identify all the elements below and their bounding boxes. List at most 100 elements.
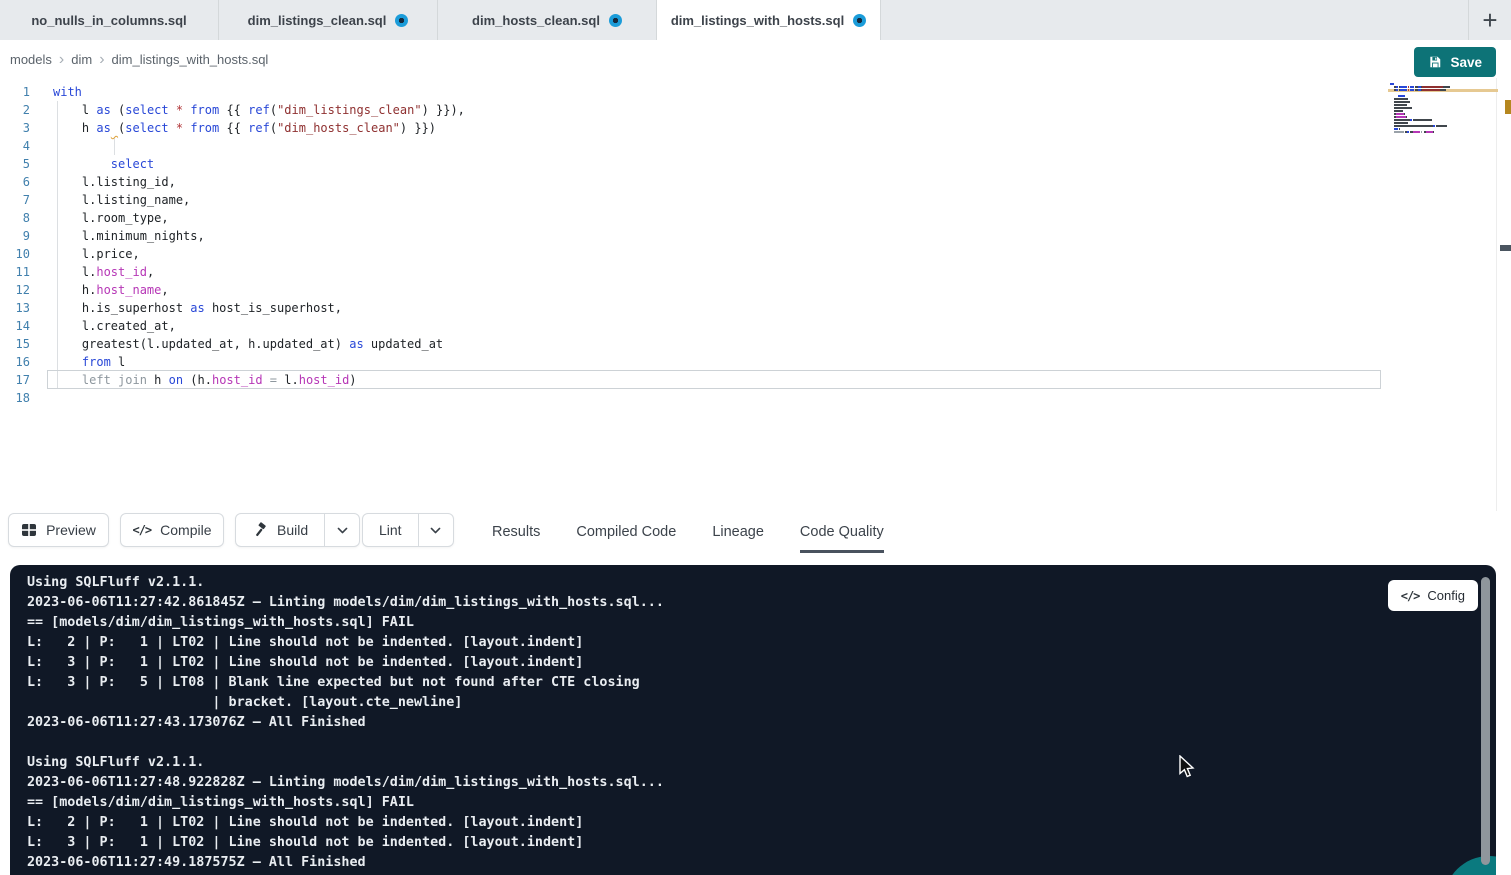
chevron-down-icon xyxy=(336,524,349,537)
code-text: l.room_type, xyxy=(53,209,169,227)
line-number: 14 xyxy=(0,317,30,335)
modified-dot-icon xyxy=(853,14,866,27)
tab-dim_hosts_clean.sql[interactable]: dim_hosts_clean.sql xyxy=(438,0,657,40)
line-number: 5 xyxy=(0,155,30,173)
config-button-label: Config xyxy=(1427,588,1465,603)
compile-button-label: Compile xyxy=(160,522,211,538)
lint-dropdown-button[interactable] xyxy=(419,514,453,546)
new-tab-button[interactable]: + xyxy=(1482,7,1497,33)
code-line-9[interactable]: 9 l.minimum_nights, xyxy=(0,227,1511,245)
code-line-11[interactable]: 11 l.host_id, xyxy=(0,263,1511,281)
code-line-4[interactable]: 4 xyxy=(0,137,1511,155)
tab-no_nulls_in_columns.sql[interactable]: no_nulls_in_columns.sql xyxy=(0,0,219,40)
code-text: left join h on (h.host_id = l.host_id) xyxy=(53,371,357,389)
line-number: 8 xyxy=(0,209,30,227)
code-line-10[interactable]: 10 l.price, xyxy=(0,245,1511,263)
code-line-3[interactable]: 3 h as (select * from {{ ref("dim_hosts_… xyxy=(0,119,1511,137)
build-button[interactable]: Build xyxy=(236,514,325,546)
code-line-12[interactable]: 12 h.host_name, xyxy=(0,281,1511,299)
line-number: 16 xyxy=(0,353,30,371)
dbt-ide-screen: no_nulls_in_columns.sql dim_listings_clea… xyxy=(0,0,1511,875)
code-line-15[interactable]: 15 greatest(l.updated_at, h.updated_at) … xyxy=(0,335,1511,353)
line-number: 12 xyxy=(0,281,30,299)
compile-button[interactable]: </> Compile xyxy=(120,513,224,547)
line-number: 18 xyxy=(0,389,30,407)
code-line-2[interactable]: 2 l as (select * from {{ ref("dim_listin… xyxy=(0,101,1511,119)
breadcrumb-separator-icon: › xyxy=(99,51,104,68)
tab-dim_listings_clean.sql[interactable]: dim_listings_clean.sql xyxy=(219,0,438,40)
code-line-8[interactable]: 8 l.room_type, xyxy=(0,209,1511,227)
lint-split-button: Lint xyxy=(362,513,454,547)
code-text: h.is_superhost as host_is_superhost, xyxy=(53,299,342,317)
breadcrumb: models › dim › dim_listings_with_hosts.sql xyxy=(10,40,268,78)
panel-tab-lineage[interactable]: Lineage xyxy=(712,511,764,553)
code-editor[interactable]: 1 with2 l as (select * from {{ ref("dim_l… xyxy=(0,78,1511,511)
line-number: 3 xyxy=(0,119,30,137)
code-line-14[interactable]: 14 l.created_at, xyxy=(0,317,1511,335)
preview-button-label: Preview xyxy=(46,522,96,538)
tab-dim_listings_with_hosts.sql[interactable]: dim_listings_with_hosts.sql xyxy=(657,0,881,40)
code-icon: </> xyxy=(1401,589,1420,603)
terminal-panel: Using SQLFluff v2.1.1.2023-06-06T11:27:4… xyxy=(10,565,1496,875)
overview-ruler-cursor-mark xyxy=(1500,245,1511,251)
code-line-7[interactable]: 7 l.listing_name, xyxy=(0,191,1511,209)
breadcrumb-item[interactable]: models xyxy=(10,52,52,67)
line-number: 10 xyxy=(0,245,30,263)
code-text: select xyxy=(53,155,154,173)
line-number: 7 xyxy=(0,191,30,209)
code-text: from l xyxy=(53,353,125,371)
new-tab-area: + xyxy=(1468,0,1511,40)
hammer-icon xyxy=(252,522,268,538)
line-number: 1 xyxy=(0,83,30,101)
lint-button[interactable]: Lint xyxy=(363,514,419,546)
editor-scrollbar-track[interactable] xyxy=(1496,78,1497,511)
line-number: 13 xyxy=(0,299,30,317)
line-number: 4 xyxy=(0,137,30,155)
build-split-button: Build xyxy=(235,513,360,547)
table-icon xyxy=(21,522,37,538)
tab-label: dim_listings_clean.sql xyxy=(248,13,387,28)
panel-tab-compiled-code[interactable]: Compiled Code xyxy=(576,511,676,553)
terminal-scrollbar[interactable] xyxy=(1481,577,1490,865)
code-line-5[interactable]: 5 select xyxy=(0,155,1511,173)
code-line-17[interactable]: 17 left join h on (h.host_id = l.host_id… xyxy=(0,371,1511,389)
code-line-1[interactable]: 1 with xyxy=(0,83,1511,101)
code-lines: 1 with2 l as (select * from {{ ref("dim_l… xyxy=(0,83,1511,407)
plus-icon: + xyxy=(1482,5,1497,35)
tab-list: no_nulls_in_columns.sql dim_listings_clea… xyxy=(0,0,881,40)
action-toolbar: Preview </> Compile Build xyxy=(0,511,1511,553)
code-line-13[interactable]: 13 h.is_superhost as host_is_superhost, xyxy=(0,299,1511,317)
breadcrumb-item[interactable]: dim xyxy=(71,52,92,67)
save-button-label: Save xyxy=(1450,55,1482,70)
line-number: 2 xyxy=(0,101,30,119)
code-text: h.host_name, xyxy=(53,281,169,299)
breadcrumb-separator-icon: › xyxy=(59,51,64,68)
preview-button[interactable]: Preview xyxy=(8,513,109,547)
code-text: greatest(l.updated_at, h.updated_at) as … xyxy=(53,335,443,353)
code-text: l.listing_id, xyxy=(53,173,176,191)
line-number: 15 xyxy=(0,335,30,353)
code-text: l.host_id, xyxy=(53,263,154,281)
modified-dot-icon xyxy=(395,14,408,27)
floppy-icon xyxy=(1428,55,1442,69)
code-line-18[interactable]: 18 xyxy=(0,389,1511,407)
terminal-output: Using SQLFluff v2.1.1.2023-06-06T11:27:4… xyxy=(27,573,664,873)
breadcrumb-item[interactable]: dim_listings_with_hosts.sql xyxy=(112,52,269,67)
panel-tab-list: Results Compiled Code Lineage Code Quality xyxy=(492,511,884,553)
line-number: 9 xyxy=(0,227,30,245)
code-text: with xyxy=(53,83,82,101)
code-text: h as (select * from {{ ref("dim_hosts_cl… xyxy=(53,119,436,137)
build-dropdown-button[interactable] xyxy=(325,514,359,546)
panel-tab-results[interactable]: Results xyxy=(492,511,540,553)
modified-dot-icon xyxy=(609,14,622,27)
tab-label: dim_hosts_clean.sql xyxy=(472,13,600,28)
config-button[interactable]: </> Config xyxy=(1388,580,1478,611)
breadcrumb-bar: models › dim › dim_listings_with_hosts.sql S… xyxy=(0,40,1511,78)
minimap[interactable] xyxy=(1390,83,1460,137)
panel-tab-code-quality[interactable]: Code Quality xyxy=(800,511,884,553)
code-line-16[interactable]: 16 from l xyxy=(0,353,1511,371)
tab-label: no_nulls_in_columns.sql xyxy=(31,13,186,28)
lint-button-label: Lint xyxy=(379,522,402,538)
code-line-6[interactable]: 6 l.listing_id, xyxy=(0,173,1511,191)
save-button[interactable]: Save xyxy=(1414,47,1496,77)
